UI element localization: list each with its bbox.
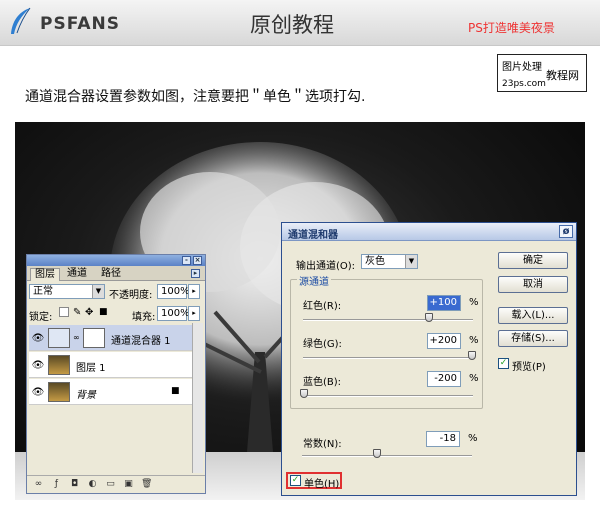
tab-layers[interactable]: 图层 — [30, 268, 60, 281]
layers-titlebar[interactable]: - × — [27, 255, 205, 266]
eye-icon[interactable]: 👁 — [31, 387, 45, 398]
site-header: PSFANS 原创教程 PS打造唯美夜景 — [0, 0, 600, 46]
link-layers-icon[interactable]: ∞ — [33, 479, 44, 490]
page-subtitle: PS打造唯美夜景 — [468, 21, 555, 35]
layer-name[interactable]: 图层 1 — [76, 359, 106, 374]
delete-layer-icon[interactable]: 🗑 — [141, 479, 152, 490]
chevron-down-icon: ▼ — [405, 255, 417, 268]
close-icon[interactable]: × — [193, 256, 202, 265]
fill-input[interactable]: 100% — [157, 306, 190, 321]
green-slider-track[interactable] — [303, 357, 473, 359]
green-label: 绿色(G): — [303, 339, 342, 350]
blend-mode-value: 正常 — [33, 286, 53, 297]
monochrome-label[interactable]: 单色(H) — [304, 475, 339, 490]
link-icon: ∞ — [73, 333, 80, 342]
move-lock-icon[interactable]: ✥ — [85, 307, 93, 318]
red-input[interactable]: +100 — [427, 295, 461, 311]
opacity-arrow-icon[interactable]: ▸ — [188, 284, 200, 299]
source-channels-group: 源通道 红色(R): +100 % 绿色(G): +200 % 蓝色(B): -… — [290, 273, 483, 409]
tab-paths[interactable]: 路径 — [97, 268, 125, 281]
adjustment-icon — [48, 328, 70, 348]
layer-row[interactable]: 👁 背景 ■ — [29, 379, 192, 405]
close-icon[interactable]: ø — [559, 225, 573, 238]
layer-name[interactable]: 背景 — [76, 386, 96, 401]
opacity-value: 100% — [161, 286, 190, 297]
brush-lock-icon[interactable]: ✎ — [73, 307, 81, 318]
adjustment-layer-icon[interactable]: ◐ — [87, 479, 98, 490]
red-label: 红色(R): — [303, 301, 342, 312]
fill-label: 填充: — [132, 312, 156, 323]
blue-label: 蓝色(B): — [303, 377, 342, 388]
green-input[interactable]: +200 — [427, 333, 461, 349]
lock-label: 锁定: — [29, 312, 53, 323]
lock-transparency-icon[interactable] — [59, 307, 69, 317]
fill-value: 100% — [161, 308, 190, 319]
output-channel-value: 灰色 — [365, 256, 385, 267]
layer-style-icon[interactable]: ƒ — [51, 479, 62, 490]
blend-row: 正常 ▼ 不透明度: 100% ▸ — [29, 284, 205, 301]
cancel-button[interactable]: 取消 — [498, 276, 568, 293]
feather-logo-icon — [11, 7, 31, 34]
page-title: 原创教程 — [250, 13, 334, 37]
constant-label: 常数(N): — [303, 439, 342, 450]
output-channel-label: 输出通道(O): — [296, 261, 356, 272]
dialog-title: 通道混和器 — [288, 230, 338, 241]
load-button[interactable]: 载入(L)... — [498, 307, 568, 324]
blend-mode-select[interactable]: 正常 ▼ — [29, 284, 105, 299]
channel-mixer-dialog: 通道混和器 ø 输出通道(O): 灰色 ▼ 源通道 红色(R): +100 % … — [281, 222, 577, 496]
ok-button[interactable]: 确定 — [498, 252, 568, 269]
brand-name: PSFANS — [40, 14, 120, 34]
preview-label[interactable]: 预览(P) — [512, 358, 546, 373]
layers-panel: - × 图层 通道 路径 ▸ 正常 ▼ 不透明度: 100% ▸ 锁定: ✎ ✥… — [26, 254, 206, 494]
constant-slider-track[interactable] — [302, 455, 472, 457]
opacity-label: 不透明度: — [109, 290, 153, 301]
green-slider-knob[interactable] — [468, 351, 476, 360]
lock-row: 锁定: ✎ ✥ ■ 填充: 100% ▸ — [29, 306, 205, 323]
mask-icon[interactable]: ◘ — [69, 479, 80, 490]
constant-slider-knob[interactable] — [373, 449, 381, 458]
green-percent: % — [469, 335, 479, 346]
minimize-icon[interactable]: - — [182, 256, 191, 265]
eye-icon[interactable]: 👁 — [31, 360, 45, 371]
blue-percent: % — [469, 373, 479, 384]
layer-mask-thumbnail — [83, 328, 105, 348]
eye-icon[interactable]: 👁 — [31, 333, 45, 344]
panel-menu-icon[interactable]: ▸ — [191, 269, 200, 278]
group-folder-icon[interactable]: ▭ — [105, 479, 116, 490]
source-channels-label: 源通道 — [297, 273, 331, 288]
red-percent: % — [469, 297, 479, 308]
fill-arrow-icon[interactable]: ▸ — [188, 306, 200, 321]
layer-row[interactable]: 👁 ∞ 通道混合器 1 — [29, 325, 192, 351]
instruction-text: 通道混合器设置参数如图，注意要把＂单色＂选项打勾. — [25, 89, 366, 105]
red-slider-knob[interactable] — [425, 313, 433, 322]
save-button[interactable]: 存储(S)... — [498, 330, 568, 347]
watermark-line-1: 图片处理 — [502, 62, 542, 73]
layer-row[interactable]: 👁 图层 1 — [29, 352, 192, 378]
layer-thumbnail — [48, 355, 70, 375]
layer-name[interactable]: 通道混合器 1 — [111, 332, 171, 347]
padlock-icon[interactable]: ■ — [99, 307, 108, 317]
output-channel-select[interactable]: 灰色 ▼ — [361, 254, 418, 269]
monochrome-checkbox[interactable]: ✓ — [290, 475, 301, 486]
blue-slider-track[interactable] — [303, 395, 473, 397]
blue-input[interactable]: -200 — [427, 371, 461, 387]
layers-tabs: 图层 通道 路径 ▸ — [27, 266, 205, 281]
lock-icon: ■ — [171, 386, 180, 396]
watermark-line-3: 23ps.com — [502, 79, 546, 89]
red-slider-track[interactable] — [303, 319, 473, 321]
new-layer-icon[interactable]: ▣ — [123, 479, 134, 490]
layers-toolbar: ∞ ƒ ◘ ◐ ▭ ▣ 🗑 — [27, 475, 205, 493]
tab-channels[interactable]: 通道 — [63, 268, 91, 281]
constant-input[interactable]: -18 — [426, 431, 460, 447]
blue-slider-knob[interactable] — [300, 389, 308, 398]
dialog-titlebar[interactable]: 通道混和器 ø — [282, 223, 576, 241]
opacity-input[interactable]: 100% — [157, 284, 190, 299]
chevron-down-icon: ▼ — [92, 285, 104, 298]
watermark-line-2: 教程网 — [546, 69, 579, 82]
constant-percent: % — [468, 433, 478, 444]
watermark-stamp: 图片处理 教程网 23ps.com — [497, 54, 587, 92]
layer-thumbnail — [48, 382, 70, 402]
preview-checkbox[interactable]: ✓ — [498, 358, 509, 369]
layers-scrollbar[interactable] — [192, 323, 203, 473]
